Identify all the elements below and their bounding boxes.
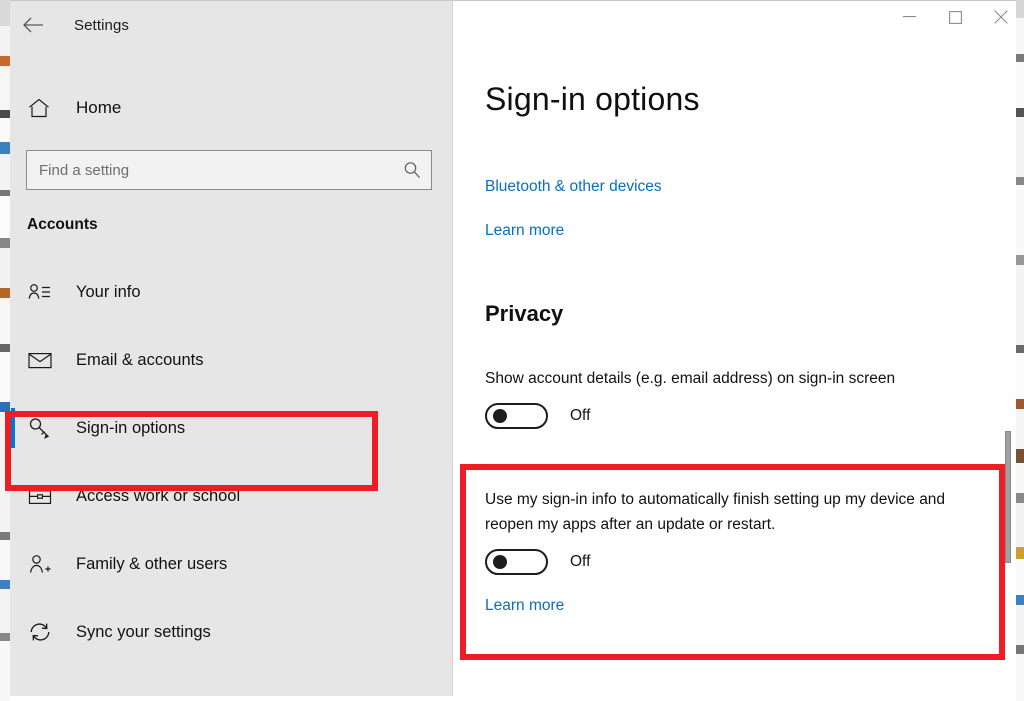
background-window-left-strip bbox=[0, 0, 10, 701]
settings-window: Settings Home Find a setting Accounts Yo… bbox=[10, 0, 1024, 701]
background-window-right-strip bbox=[1016, 0, 1024, 701]
link-bluetooth-other-devices[interactable]: Bluetooth & other devices bbox=[485, 178, 662, 196]
search-icon[interactable] bbox=[403, 161, 421, 179]
settings-sidebar: Settings Home Find a setting Accounts Yo… bbox=[10, 1, 453, 696]
home-icon bbox=[28, 98, 62, 118]
envelope-icon bbox=[28, 352, 62, 369]
briefcase-icon bbox=[28, 486, 62, 506]
toggle-state-label: Off bbox=[570, 553, 591, 570]
setting-show-account-details: Show account details (e.g. email address… bbox=[485, 366, 955, 429]
sidebar-item-label: Sign-in options bbox=[76, 418, 186, 437]
screen-root: Settings Home Find a setting Accounts Yo… bbox=[0, 0, 1024, 701]
key-icon bbox=[28, 417, 62, 439]
sidebar-item-home[interactable]: Home bbox=[10, 86, 452, 130]
setting-description: Use my sign-in info to automatically fin… bbox=[485, 491, 946, 533]
app-title: Settings bbox=[74, 16, 129, 34]
user-add-icon bbox=[28, 554, 62, 575]
settings-content-pane: Sign-in options Bluetooth & other device… bbox=[454, 1, 1024, 701]
sidebar-item-label: Access work or school bbox=[76, 486, 241, 505]
sidebar-item-your-info[interactable]: Your info bbox=[10, 258, 452, 326]
sidebar-item-family-other-users[interactable]: Family & other users bbox=[10, 530, 452, 598]
search-box[interactable] bbox=[26, 150, 432, 190]
sidebar-item-label: Your info bbox=[76, 282, 141, 301]
toggle-row: Off bbox=[485, 403, 955, 429]
user-info-icon bbox=[28, 283, 62, 301]
toggle-knob bbox=[493, 555, 507, 569]
setting-use-sign-in-info: Use my sign-in info to automatically fin… bbox=[470, 465, 1015, 635]
toggle-use-sign-in-info[interactable] bbox=[485, 549, 548, 575]
link-learn-more-sign-in-info[interactable]: Learn more bbox=[485, 597, 564, 615]
sidebar-item-label: Email & accounts bbox=[76, 350, 204, 369]
toggle-row: Off bbox=[485, 549, 991, 575]
titlebar: Settings bbox=[10, 1, 452, 49]
sidebar-item-label: Sync your settings bbox=[76, 622, 211, 641]
selection-indicator bbox=[11, 408, 15, 448]
privacy-section-heading: Privacy bbox=[485, 301, 564, 326]
setting-description: Show account details (e.g. email address… bbox=[485, 370, 896, 387]
maximize-button[interactable] bbox=[932, 1, 978, 33]
toggle-state-label: Off bbox=[570, 407, 591, 424]
link-learn-more-top[interactable]: Learn more bbox=[485, 222, 564, 240]
sidebar-item-label: Family & other users bbox=[76, 554, 228, 573]
scrollbar-thumb[interactable] bbox=[1005, 431, 1011, 563]
sidebar-item-email-accounts[interactable]: Email & accounts bbox=[10, 326, 452, 394]
window-controls bbox=[886, 1, 1024, 33]
toggle-knob bbox=[493, 409, 507, 423]
content-scrollbar[interactable] bbox=[1005, 1, 1011, 701]
toggle-show-account-details[interactable] bbox=[485, 403, 548, 429]
sync-refresh-icon bbox=[28, 621, 62, 643]
sidebar-item-home-label: Home bbox=[76, 98, 122, 117]
minimize-button[interactable] bbox=[886, 1, 932, 33]
sidebar-item-sign-in-options[interactable]: Sign-in options bbox=[10, 394, 452, 462]
search-input[interactable] bbox=[39, 161, 403, 179]
page-title: Sign-in options bbox=[485, 81, 700, 117]
sidebar-section-label: Accounts bbox=[27, 216, 98, 233]
sidebar-item-access-work-school[interactable]: Access work or school bbox=[10, 462, 452, 530]
back-arrow-icon[interactable] bbox=[10, 4, 56, 46]
sidebar-item-sync-your-settings[interactable]: Sync your settings bbox=[10, 598, 452, 666]
sidebar-nav: Your info Email & accounts Sign-in optio… bbox=[10, 258, 452, 666]
